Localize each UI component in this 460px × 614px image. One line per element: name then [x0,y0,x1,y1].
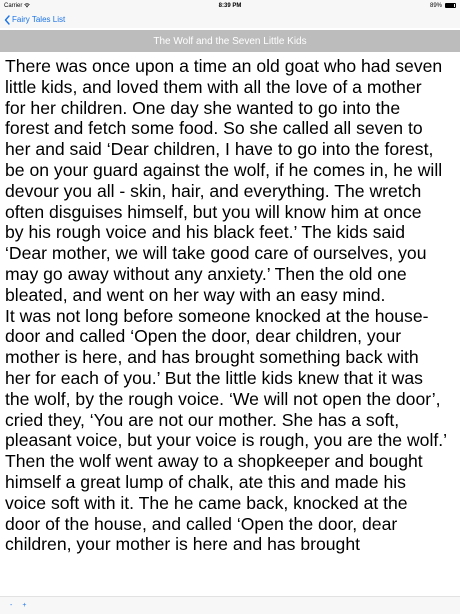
status-bar: Carrier 8:39 PM 89% [0,0,460,11]
back-button-label: Fairy Tales List [12,15,66,24]
story-paragraph: There was once upon a time an old goat w… [5,56,443,305]
zoom-in-button[interactable]: + [22,602,26,609]
chevron-left-icon [4,14,10,25]
status-time: 8:39 PM [218,2,242,9]
back-button[interactable]: Fairy Tales List [4,14,66,25]
bottom-toolbar: - + [0,596,460,614]
story-title: The Wolf and the Seven Little Kids [153,35,307,47]
status-left: Carrier [4,3,154,9]
status-right: 89% [306,3,456,9]
battery-icon [445,3,456,8]
story-text-area[interactable]: There was once upon a time an old goat w… [5,56,455,596]
navigation-bar: Fairy Tales List [0,11,460,28]
carrier-label: Carrier [4,2,23,9]
wifi-icon [24,3,31,8]
story-title-bar: The Wolf and the Seven Little Kids [0,30,460,52]
battery-fill [446,4,454,7]
story-paragraph: It was not long before someone knocked a… [5,305,448,555]
battery-percent: 89% [429,2,442,9]
zoom-out-button[interactable]: - [10,602,12,609]
